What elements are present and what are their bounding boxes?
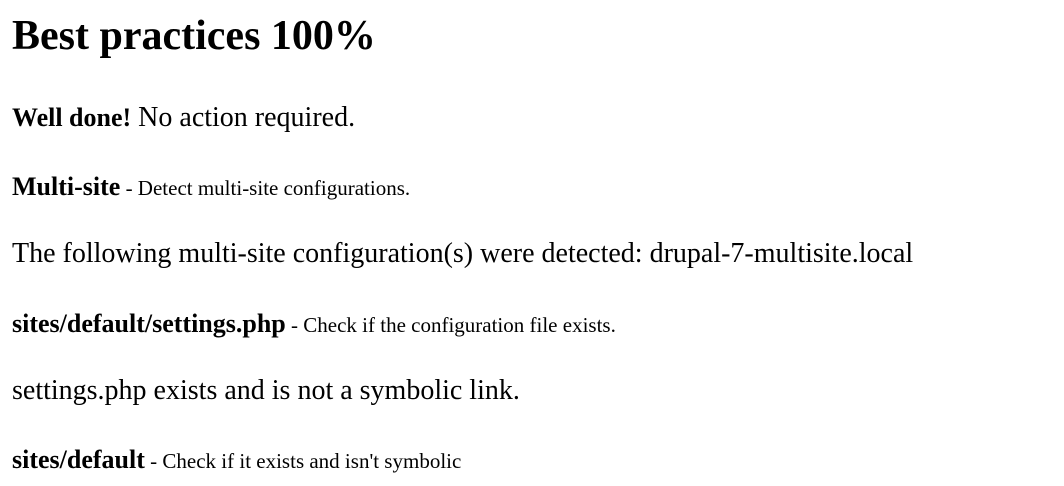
- check-name: sites/default/settings.php: [12, 309, 286, 338]
- check-description: - Detect multi-site configurations.: [120, 176, 411, 200]
- page-title: Best practices 100%: [12, 13, 376, 59]
- check-sites-default: sites/default - Check if it exists and i…: [12, 443, 461, 481]
- check-multi-site: Multi-site - Detect multi-site configura…: [12, 170, 410, 208]
- check-settings-php: sites/default/settings.php - Check if th…: [12, 307, 616, 345]
- check-name: sites/default: [12, 445, 145, 474]
- summary-text: No action required.: [131, 102, 356, 133]
- summary-line: Well done! No action required.: [12, 101, 355, 139]
- check-result: The following multi-site configuration(s…: [12, 238, 914, 269]
- check-description: - Check if it exists and isn't symbolic: [144, 449, 462, 473]
- check-description: - Check if the configuration file exists…: [285, 313, 616, 337]
- check-name: Multi-site: [12, 172, 121, 201]
- check-result: settings.php exists and is not a symboli…: [12, 375, 520, 406]
- summary-strong: Well done!: [12, 103, 132, 132]
